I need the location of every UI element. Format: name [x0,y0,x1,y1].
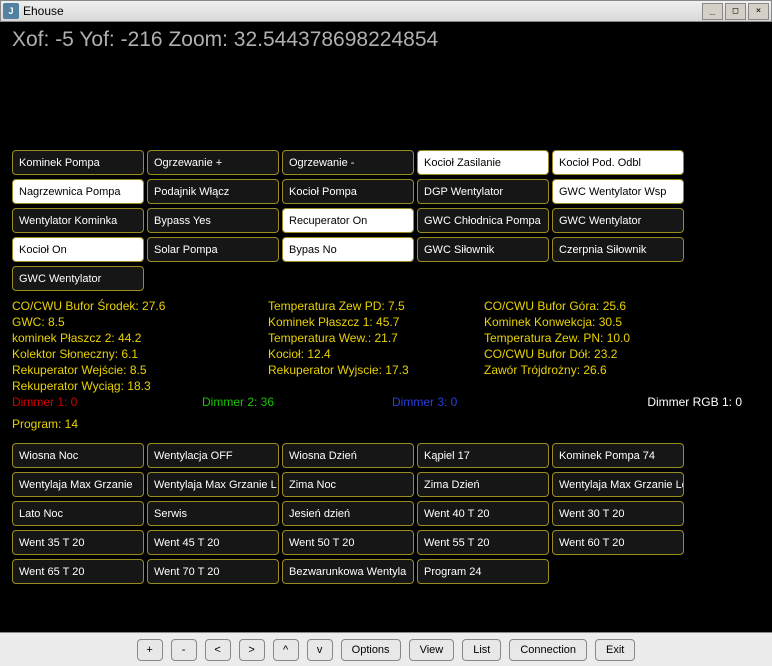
dimmer-2: Dimmer 2: 36 [202,395,392,409]
zoom-out-button[interactable]: - [171,639,197,661]
program-label: Program: 14 [12,417,760,431]
program-button[interactable]: Went 35 T 20 [12,530,144,555]
program-button[interactable]: Went 40 T 20 [417,501,549,526]
control-button[interactable]: Kominek Pompa [12,150,144,175]
exit-button[interactable]: Exit [595,639,635,661]
control-button[interactable]: Wentylator Kominka [12,208,144,233]
control-button[interactable]: GWC Siłownik [417,237,549,262]
reading-line: Kominek Płaszcz 1: 45.7 [268,315,478,329]
control-button[interactable]: Solar Pompa [147,237,279,262]
dimmer-1: Dimmer 1: 0 [12,395,202,409]
pan-right-button[interactable]: > [239,639,265,661]
program-button[interactable]: Wiosna Dzień [282,443,414,468]
reading-line: CO/CWU Bufor Góra: 25.6 [484,299,724,313]
program-button[interactable]: Bezwarunkowa Wentyla [282,559,414,584]
program-button[interactable]: Went 65 T 20 [12,559,144,584]
control-button[interactable]: Ogrzewanie + [147,150,279,175]
reading-line: Kominek Konwekcja: 30.5 [484,315,724,329]
reading-line: GWC: 8.5 [12,315,262,329]
program-button[interactable]: Went 55 T 20 [417,530,549,555]
controls-grid: Kominek PompaOgrzewanie +Ogrzewanie -Koc… [12,150,760,291]
minimize-button[interactable]: _ [702,3,723,20]
reading-line: CO/CWU Bufor Środek: 27.6 [12,299,262,313]
program-button[interactable]: Kąpiel 17 [417,443,549,468]
control-button[interactable]: Recuperator On [282,208,414,233]
control-button[interactable]: Kocioł Zasilanie [417,150,549,175]
reading-line: Temperatura Zew. PN: 10.0 [484,331,724,345]
control-button[interactable]: Czerpnia Siłownik [552,237,684,262]
reading-line: Rekuperator Wyjscie: 17.3 [268,363,478,377]
reading-line: kominek Płaszcz 2: 44.2 [12,331,262,345]
close-button[interactable]: × [748,3,769,20]
reading-line: Kocioł: 12.4 [268,347,478,361]
control-button[interactable]: Nagrzewnica Pompa [12,179,144,204]
reading-line: Rekuperator Wejście: 8.5 [12,363,262,377]
program-button[interactable]: Wentylaja Max Grzanie Level 2 [552,472,684,497]
program-button[interactable]: Went 70 T 20 [147,559,279,584]
program-button[interactable]: Lato Noc [12,501,144,526]
control-button[interactable]: DGP Wentylator [417,179,549,204]
control-button[interactable]: Ogrzewanie - [282,150,414,175]
list-button[interactable]: List [462,639,501,661]
program-button[interactable]: Kominek Pompa 74 [552,443,684,468]
control-button[interactable]: Kocioł Pod. Odbl [552,150,684,175]
options-button[interactable]: Options [341,639,401,661]
control-button[interactable]: Bypass Yes [147,208,279,233]
pan-up-button[interactable]: ^ [273,639,299,661]
pan-down-button[interactable]: v [307,639,333,661]
reading-line: Temperatura Wew.: 21.7 [268,331,478,345]
program-button[interactable]: Jesień dzień [282,501,414,526]
control-button[interactable]: Kocioł On [12,237,144,262]
control-button[interactable]: GWC Chłodnica Pompa [417,208,549,233]
control-button[interactable]: GWC Wentylator [12,266,144,291]
control-button[interactable]: GWC Wentylator Wsp [552,179,684,204]
control-button[interactable]: Podajnik Włącz [147,179,279,204]
reading-line: Zawór Trójdrożny: 26.6 [484,363,724,377]
program-button[interactable]: Program 24 [417,559,549,584]
program-button[interactable]: Serwis [147,501,279,526]
reading-line: CO/CWU Bufor Dół: 23.2 [484,347,724,361]
program-button[interactable]: Wentylacja OFF [147,443,279,468]
reading-line: Kolektor Słoneczny: 6.1 [12,347,262,361]
program-button[interactable]: Wentylaja Max Grzanie L [147,472,279,497]
program-button[interactable]: Wiosna Noc [12,443,144,468]
program-button[interactable]: Zima Noc [282,472,414,497]
coordinates-label: Xof: -5 Yof: -216 Zoom: 32.5443786982248… [12,28,760,52]
bottom-toolbar: + - < > ^ v Options View List Connection… [0,632,772,666]
reading-line: Rekuperator Wyciąg: 18.3 [12,379,262,393]
window-titlebar: J Ehouse _ □ × [0,0,772,22]
control-button[interactable]: Kocioł Pompa [282,179,414,204]
program-button[interactable]: Went 50 T 20 [282,530,414,555]
pan-left-button[interactable]: < [205,639,231,661]
dimmer-rgb-1: Dimmer RGB 1: 0 [582,395,742,409]
maximize-button[interactable]: □ [725,3,746,20]
readings: CO/CWU Bufor Środek: 27.6 GWC: 8.5 kominek… [12,299,760,393]
program-button[interactable]: Wentylaja Max Grzanie [12,472,144,497]
dimmers-row: Dimmer 1: 0 Dimmer 2: 36 Dimmer 3: 0 Dim… [12,395,760,409]
viewport: Xof: -5 Yof: -216 Zoom: 32.5443786982248… [0,22,772,632]
view-button[interactable]: View [409,639,455,661]
program-button[interactable]: Went 45 T 20 [147,530,279,555]
dimmer-3: Dimmer 3: 0 [392,395,582,409]
app-icon: J [3,3,19,19]
control-button[interactable]: GWC Wentylator [552,208,684,233]
zoom-in-button[interactable]: + [137,639,163,661]
connection-button[interactable]: Connection [509,639,587,661]
program-button[interactable]: Went 30 T 20 [552,501,684,526]
reading-line: Temperatura Zew PD: 7.5 [268,299,478,313]
window-title: Ehouse [23,4,700,18]
programs-grid: Wiosna NocWentylacja OFFWiosna DzieńKąpi… [12,443,760,584]
program-button[interactable]: Went 60 T 20 [552,530,684,555]
control-button[interactable]: Bypas No [282,237,414,262]
program-button[interactable]: Zima Dzień [417,472,549,497]
